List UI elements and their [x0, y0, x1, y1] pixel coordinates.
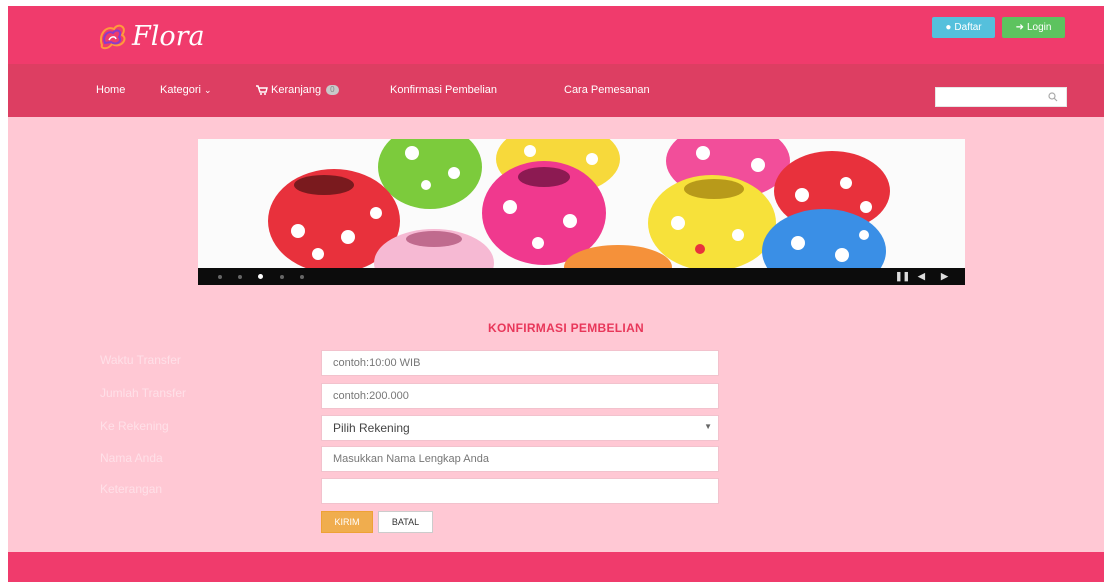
slider-controls: ❚❚ ◀ ▶	[198, 268, 965, 285]
chevron-down-icon: ▼	[704, 422, 712, 431]
waktu-transfer-input[interactable]: contoh:10:00 WIB	[321, 350, 719, 376]
chevron-down-icon: ⌄	[203, 84, 212, 95]
register-button[interactable]: ● Daftar	[932, 17, 995, 38]
page-frame: Flora ● Daftar ➜ Login Home Kategori ⌄ K…	[8, 6, 1104, 582]
cart-icon	[256, 85, 268, 95]
image-slider[interactable]: ❚❚ ◀ ▶	[198, 139, 965, 285]
slide-indicator-5[interactable]	[300, 275, 304, 279]
rekening-select-value: Pilih Rekening	[333, 421, 410, 435]
slide-indicator-2[interactable]	[238, 275, 242, 279]
keterangan-input[interactable]	[321, 478, 719, 504]
search-icon[interactable]	[1048, 92, 1058, 102]
brand-name: Flora	[132, 20, 205, 52]
bead-yellow-right	[648, 175, 776, 271]
field-label-keterangan: Keterangan	[100, 482, 163, 496]
nav-item-kategori[interactable]: Kategori ⌄	[160, 84, 212, 96]
nav-item-home[interactable]: Home	[96, 84, 125, 96]
login-button-label: Login	[1026, 22, 1052, 33]
nav-item-label: Home	[96, 84, 126, 96]
main-navigation: Home Kategori ⌄ Keranjang 0 Konfirmasi P…	[8, 64, 1104, 117]
submit-button[interactable]: KIRIM	[321, 511, 373, 533]
nav-item-label: Kategori	[160, 84, 201, 96]
slide-indicator-1[interactable]	[218, 275, 222, 279]
field-label-ke-rekening: Ke Rekening	[100, 419, 169, 433]
nav-item-keranjang[interactable]: Keranjang 0	[256, 84, 339, 96]
nav-item-label: Keranjang	[271, 84, 322, 96]
field-label-jumlah-transfer: Jumlah Transfer	[100, 386, 187, 400]
search-input[interactable]	[935, 87, 1067, 107]
slide-indicator-3[interactable]	[258, 274, 263, 279]
top-header: Flora ● Daftar ➜ Login	[8, 6, 1104, 64]
rekening-select[interactable]: Pilih Rekening ▼	[321, 415, 719, 441]
nav-item-label: Cara Pemesanan	[564, 84, 650, 96]
footer-bar	[8, 552, 1104, 582]
flower-logo-icon	[100, 24, 126, 50]
form-title: KONFIRMASI PEMBELIAN	[488, 321, 644, 335]
register-button-label: Daftar	[954, 22, 982, 33]
nav-item-konfirmasi-pembelian[interactable]: Konfirmasi Pembelian	[390, 84, 497, 96]
login-icon: ➜	[1015, 22, 1024, 33]
field-label-waktu-transfer: Waktu Transfer	[100, 353, 181, 367]
nav-item-label: Konfirmasi Pembelian	[390, 84, 497, 96]
brand-logo[interactable]: Flora	[96, 14, 205, 58]
login-button[interactable]: ➜ Login	[1002, 17, 1065, 38]
slide-image-colorful-beads	[198, 139, 965, 285]
nav-item-cara-pemesanan[interactable]: Cara Pemesanan	[564, 84, 650, 96]
nama-anda-input[interactable]: Masukkan Nama Lengkap Anda	[321, 446, 719, 472]
previous-icon[interactable]: ◀	[918, 271, 925, 282]
slide-indicator-4[interactable]	[280, 275, 284, 279]
users-icon: ●	[945, 22, 952, 33]
jumlah-transfer-input[interactable]: contoh:200.000	[321, 383, 719, 409]
field-label-nama-anda: Nama Anda	[100, 451, 163, 465]
cart-count-badge: 0	[326, 85, 339, 95]
pause-icon[interactable]: ❚❚	[895, 271, 910, 282]
next-icon[interactable]: ▶	[941, 271, 948, 282]
cancel-button[interactable]: BATAL	[378, 511, 433, 533]
